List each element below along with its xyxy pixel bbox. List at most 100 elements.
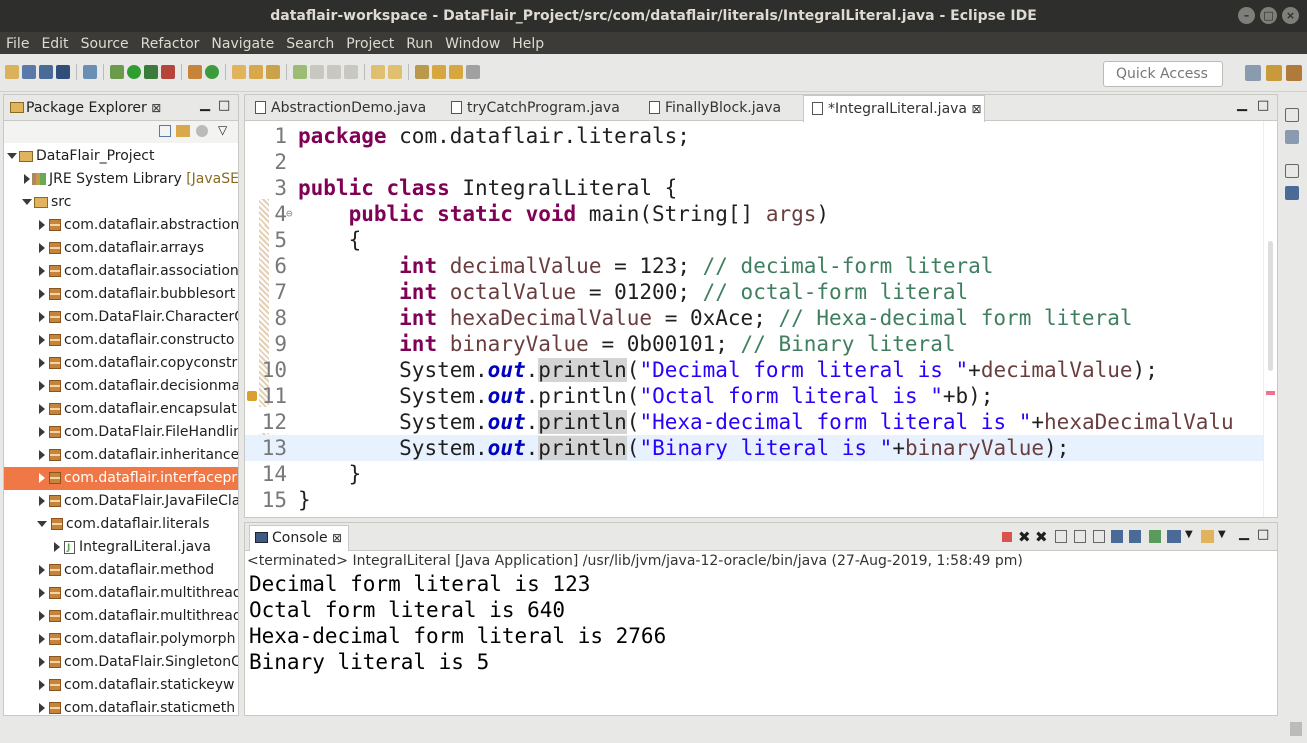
show-on-error-icon[interactable] bbox=[1129, 530, 1141, 543]
expand-arrow-icon[interactable] bbox=[39, 496, 45, 506]
tree-item-package[interactable]: com.dataflair.literals bbox=[4, 513, 238, 536]
pin-console-icon[interactable] bbox=[1149, 530, 1161, 543]
chevron-down-icon[interactable]: ▼ bbox=[1185, 529, 1193, 540]
coverage-icon[interactable] bbox=[144, 65, 158, 79]
tree-item-package[interactable]: com.dataflair.inheritance bbox=[4, 444, 238, 467]
tree-item-package[interactable]: com.DataFlair.SingletonC bbox=[4, 651, 238, 674]
show-on-output-icon[interactable] bbox=[1111, 530, 1123, 543]
expand-arrow-icon[interactable] bbox=[39, 358, 45, 368]
tree-item-package[interactable]: com.dataflair.multithread bbox=[4, 582, 238, 605]
focus-on-active-task-icon[interactable] bbox=[196, 125, 208, 137]
minimize-icon[interactable]: ▁ bbox=[200, 97, 210, 112]
expand-arrow-icon[interactable] bbox=[7, 153, 17, 159]
collapse-all-icon[interactable] bbox=[159, 125, 171, 137]
tree-item-src[interactable]: src bbox=[4, 191, 238, 214]
tree-item-package[interactable]: com.dataflair.constructo bbox=[4, 329, 238, 352]
menu-run[interactable]: Run bbox=[400, 32, 439, 54]
expand-arrow-icon[interactable] bbox=[39, 404, 45, 414]
display-selected-console-icon[interactable] bbox=[1167, 530, 1181, 543]
menu-search[interactable]: Search bbox=[280, 32, 340, 54]
open-perspective-icon[interactable] bbox=[1245, 65, 1261, 81]
tree-item-package[interactable]: com.dataflair.abstraction bbox=[4, 214, 238, 237]
link-with-editor-icon[interactable] bbox=[176, 125, 190, 137]
chevron-down-icon[interactable]: ▼ bbox=[1218, 529, 1226, 540]
tree-item-package[interactable]: com.dataflair.statickeyw bbox=[4, 674, 238, 697]
menu-refactor[interactable]: Refactor bbox=[135, 32, 206, 54]
remove-launch-icon[interactable]: ✖ bbox=[1018, 528, 1031, 546]
tree-item-package[interactable]: com.dataflair.association bbox=[4, 260, 238, 283]
toggle-word-wrap-icon[interactable] bbox=[310, 65, 324, 79]
tab-try-catch-program[interactable]: tryCatchProgram.java bbox=[443, 95, 633, 121]
tree-item-package[interactable]: com.dataflair.decisionma bbox=[4, 375, 238, 398]
close-window-button[interactable]: × bbox=[1282, 7, 1299, 24]
expand-arrow-icon[interactable] bbox=[39, 703, 45, 713]
tree-item-jre-library[interactable]: JRE System Library [JavaSE- bbox=[4, 168, 238, 191]
expand-arrow-icon[interactable] bbox=[39, 335, 45, 345]
tab-abstraction-demo[interactable]: AbstractionDemo.java bbox=[247, 95, 437, 121]
java-perspective-icon[interactable] bbox=[1286, 65, 1302, 81]
close-icon[interactable]: ⊠ bbox=[971, 102, 981, 116]
expand-arrow-icon[interactable] bbox=[39, 473, 45, 483]
terminate-icon[interactable] bbox=[1002, 532, 1012, 542]
minimize-window-button[interactable]: – bbox=[1238, 7, 1255, 24]
save-icon[interactable] bbox=[22, 65, 36, 79]
save-all-icon[interactable] bbox=[39, 65, 53, 79]
expand-arrow-icon[interactable] bbox=[39, 565, 45, 575]
previous-annotation-icon[interactable] bbox=[388, 65, 402, 79]
restore-icon[interactable] bbox=[1285, 108, 1299, 122]
menu-navigate[interactable]: Navigate bbox=[205, 32, 280, 54]
expand-arrow-icon[interactable] bbox=[22, 199, 32, 205]
new-icon[interactable] bbox=[5, 65, 19, 79]
menu-project[interactable]: Project bbox=[340, 32, 400, 54]
toggle-block-selection-icon[interactable] bbox=[327, 65, 341, 79]
restore-icon[interactable] bbox=[1285, 164, 1299, 178]
search-icon[interactable] bbox=[266, 65, 280, 79]
tree-item-package[interactable]: com.dataflair.polymorph bbox=[4, 628, 238, 651]
maximize-icon[interactable]: □ bbox=[1257, 527, 1269, 542]
open-console-icon[interactable] bbox=[1201, 530, 1214, 543]
tree-item-package[interactable]: com.dataflair.arrays bbox=[4, 237, 238, 260]
code-area[interactable]: 1 package com.dataflair.literals; 2 3 publ… bbox=[245, 121, 1265, 517]
package-explorer-tab[interactable]: Package Explorer ⊠ ▁ □ bbox=[4, 95, 238, 121]
close-icon[interactable]: ⊠ bbox=[151, 101, 161, 115]
expand-arrow-icon[interactable] bbox=[39, 427, 45, 437]
quick-access-input[interactable]: Quick Access bbox=[1103, 61, 1223, 87]
next-annotation-icon[interactable] bbox=[371, 65, 385, 79]
expand-arrow-icon[interactable] bbox=[39, 312, 45, 322]
expand-arrow-icon[interactable] bbox=[37, 521, 47, 527]
tree-item-package[interactable]: com.dataflair.multithread bbox=[4, 605, 238, 628]
scroll-lock-icon[interactable] bbox=[1074, 530, 1086, 543]
expand-arrow-icon[interactable] bbox=[24, 174, 30, 184]
tab-finally-block[interactable]: FinallyBlock.java bbox=[641, 95, 801, 121]
word-wrap-icon[interactable] bbox=[1093, 530, 1105, 543]
back-icon[interactable] bbox=[432, 65, 446, 79]
expand-arrow-icon[interactable] bbox=[39, 588, 45, 598]
expand-arrow-icon[interactable] bbox=[39, 266, 45, 276]
show-whitespace-icon[interactable] bbox=[344, 65, 358, 79]
menu-window[interactable]: Window bbox=[439, 32, 506, 54]
tree-item-package[interactable]: com.dataflair.method bbox=[4, 559, 238, 582]
toggle-mark-occurrences-icon[interactable] bbox=[293, 65, 307, 79]
menu-file[interactable]: File bbox=[0, 32, 35, 54]
tab-integral-literal[interactable]: *IntegralLiteral.java ⊠ bbox=[803, 95, 985, 122]
maximize-icon[interactable]: □ bbox=[1257, 98, 1269, 113]
tree-item-package[interactable]: com.dataflair.bubblesort bbox=[4, 283, 238, 306]
task-list-icon[interactable] bbox=[1285, 186, 1299, 200]
overview-ruler[interactable] bbox=[1263, 121, 1277, 517]
expand-arrow-icon[interactable] bbox=[39, 680, 45, 690]
run-icon[interactable] bbox=[127, 65, 141, 79]
status-bar-icon[interactable] bbox=[1290, 722, 1302, 736]
tree-item-package[interactable]: com.dataflair.copyconstr bbox=[4, 352, 238, 375]
java-ee-perspective-icon[interactable] bbox=[1266, 65, 1282, 81]
menu-help[interactable]: Help bbox=[506, 32, 550, 54]
debug-icon[interactable] bbox=[110, 65, 124, 79]
expand-arrow-icon[interactable] bbox=[54, 542, 60, 552]
tab-console[interactable]: Console ⊠ bbox=[249, 525, 350, 551]
skip-breakpoints-icon[interactable] bbox=[83, 65, 97, 79]
menu-edit[interactable]: Edit bbox=[35, 32, 74, 54]
error-indicator-icon[interactable] bbox=[1266, 391, 1275, 395]
tree-item-package[interactable]: com.dataflair.staticmeth bbox=[4, 697, 238, 715]
tree-item-package[interactable]: com.DataFlair.FileHandlin bbox=[4, 421, 238, 444]
forward-icon[interactable] bbox=[449, 65, 463, 79]
tree-item-package[interactable]: com.dataflair.encapsulat bbox=[4, 398, 238, 421]
